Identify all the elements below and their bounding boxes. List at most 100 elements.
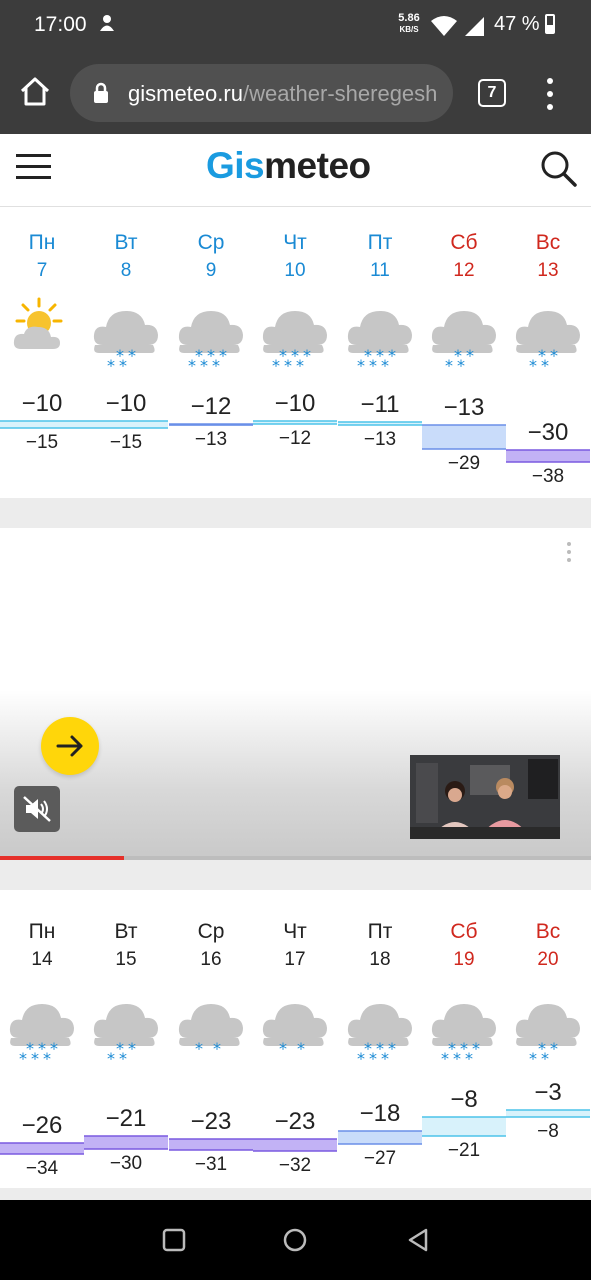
max-temperature: −3	[534, 1079, 562, 1106]
day-name[interactable]: Сб	[422, 920, 506, 944]
svg-text:*: *	[19, 1049, 27, 1068]
home-button[interactable]	[16, 73, 54, 111]
wifi-icon	[430, 15, 458, 42]
day-date[interactable]: 13	[506, 260, 590, 282]
svg-text:*: *	[550, 1039, 558, 1058]
cloud-snow-icon: * * * *	[431, 297, 497, 379]
arrow-right-icon	[56, 735, 83, 757]
svg-text:*: *	[388, 1039, 396, 1058]
max-temperature: −13	[443, 394, 485, 421]
svg-text:*: *	[188, 356, 196, 375]
day-name[interactable]: Пн	[0, 231, 84, 255]
svg-text:*: *	[200, 356, 208, 375]
svg-text:*: *	[272, 356, 280, 375]
status-bar: 17:00 5.86 KB/S 47 %	[0, 0, 591, 52]
svg-text:*: *	[369, 1049, 377, 1068]
address-bar[interactable]: gismeteo.ru/weather-sheregesh	[70, 64, 453, 122]
min-temperature: −15	[25, 432, 59, 453]
svg-text:*: *	[128, 1039, 136, 1058]
site-header: Gismeteo	[0, 134, 591, 207]
svg-text:*: *	[381, 356, 389, 375]
svg-text:*: *	[529, 1049, 537, 1068]
svg-text:*: *	[284, 356, 292, 375]
max-temperature: −23	[190, 1108, 232, 1135]
svg-text:*: *	[357, 1049, 365, 1068]
square-icon	[162, 1228, 186, 1252]
svg-text:*: *	[388, 346, 396, 365]
svg-text:*: *	[107, 1049, 115, 1068]
temperature-range-bar	[506, 450, 590, 462]
svg-text:*: *	[279, 1039, 287, 1058]
ad-next-button[interactable]	[41, 717, 99, 775]
circle-icon	[283, 1228, 307, 1252]
temperature-range-bar	[338, 1131, 422, 1144]
svg-text:*: *	[128, 346, 136, 365]
max-temperature: −10	[105, 390, 147, 417]
min-temperature: −34	[25, 1158, 59, 1179]
day-date[interactable]: 7	[0, 260, 84, 282]
svg-text:*: *	[466, 346, 474, 365]
recents-button[interactable]	[160, 1226, 188, 1254]
min-temperature: −31	[194, 1154, 228, 1175]
lock-icon	[94, 82, 108, 103]
ad-options-icon[interactable]	[566, 542, 572, 564]
day-date[interactable]: 17	[253, 949, 337, 971]
day-date[interactable]: 19	[422, 949, 506, 971]
cloud-snow-icon: * * * * * *	[262, 297, 328, 379]
day-date[interactable]: 8	[84, 260, 168, 282]
gismeteo-logo[interactable]: Gismeteo	[206, 145, 371, 187]
svg-text:*: *	[213, 1039, 221, 1058]
max-temperature: −21	[105, 1105, 147, 1132]
svg-text:*: *	[43, 1049, 51, 1068]
search-icon	[541, 151, 577, 187]
ad-video-thumbnail[interactable]	[410, 755, 560, 839]
search-button[interactable]	[540, 150, 578, 188]
day-name[interactable]: Вс	[506, 920, 590, 944]
day-name[interactable]: Ср	[169, 920, 253, 944]
cloud-snow-icon: * * * * * *	[431, 990, 497, 1072]
svg-text:*: *	[107, 356, 115, 375]
signal-icon	[462, 15, 486, 42]
url-text: gismeteo.ru/weather-sheregesh	[128, 81, 438, 106]
day-date[interactable]: 12	[422, 260, 506, 282]
day-date[interactable]: 20	[506, 949, 590, 971]
svg-text:*: *	[550, 346, 558, 365]
browser-toolbar: gismeteo.ru/weather-sheregesh 7	[0, 52, 591, 134]
max-temperature: −10	[21, 390, 63, 417]
tab-switcher-button[interactable]: 7	[478, 79, 506, 107]
day-name[interactable]: Ср	[169, 231, 253, 255]
day-name[interactable]: Пт	[338, 231, 422, 255]
min-temperature: −29	[447, 453, 481, 474]
day-date[interactable]: 9	[169, 260, 253, 282]
day-name[interactable]: Чт	[253, 920, 337, 944]
day-name[interactable]: Пн	[0, 920, 84, 944]
max-temperature: −26	[21, 1112, 63, 1139]
day-name[interactable]: Сб	[422, 231, 506, 255]
day-date[interactable]: 16	[169, 949, 253, 971]
back-button[interactable]	[404, 1226, 432, 1254]
day-date[interactable]: 10	[253, 260, 337, 282]
svg-text:*: *	[31, 1049, 39, 1068]
svg-text:*: *	[357, 356, 365, 375]
forecast-week-2: Пн 14 * * * * * * −26 −34 Вт 15 * * * * −21 −30 Ср 16 * * −23−…	[0, 890, 591, 1188]
temperature-range-bar	[506, 1110, 590, 1117]
day-date[interactable]: 18	[338, 949, 422, 971]
back-triangle-icon	[408, 1228, 428, 1252]
day-name[interactable]: Вт	[84, 231, 168, 255]
day-date[interactable]: 15	[84, 949, 168, 971]
day-name[interactable]: Чт	[253, 231, 337, 255]
mute-button[interactable]	[14, 786, 60, 832]
cloud-snow-icon: * * * * * *	[347, 297, 413, 379]
day-name[interactable]: Пт	[338, 920, 422, 944]
svg-text:*: *	[195, 1039, 203, 1058]
day-date[interactable]: 14	[0, 949, 84, 971]
home-nav-button[interactable]	[281, 1226, 309, 1254]
day-name[interactable]: Вс	[506, 231, 590, 255]
browser-menu-button[interactable]	[540, 78, 560, 110]
day-date[interactable]: 11	[338, 260, 422, 282]
min-temperature: −13	[363, 429, 397, 450]
cloud-snow-icon: * * * *	[515, 990, 581, 1072]
hamburger-menu-icon[interactable]	[16, 154, 52, 180]
temperature-range-bar	[422, 1117, 506, 1136]
day-name[interactable]: Вт	[84, 920, 168, 944]
